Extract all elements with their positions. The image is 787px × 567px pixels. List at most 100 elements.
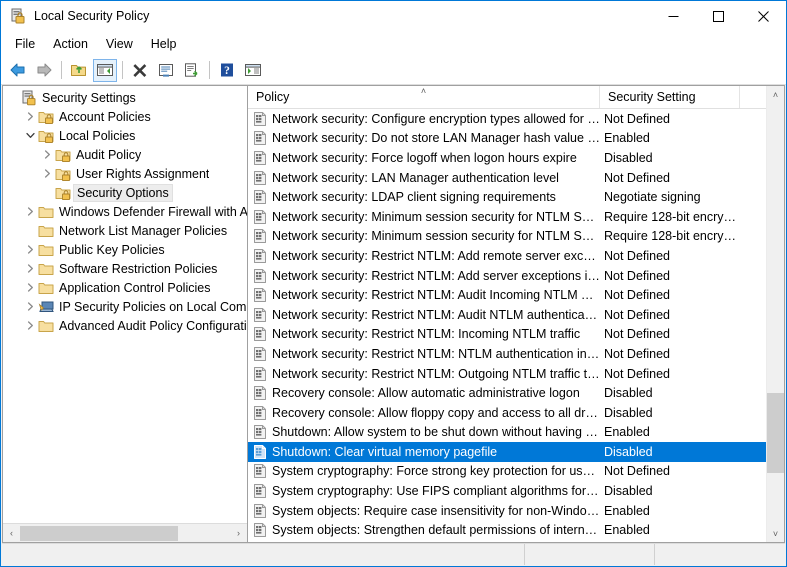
chevron-right-icon[interactable] bbox=[39, 164, 55, 183]
chevron-right-icon[interactable] bbox=[22, 278, 38, 297]
help-button[interactable]: ? bbox=[215, 59, 239, 82]
scroll-up-arrow-icon[interactable]: ˄ bbox=[767, 86, 784, 103]
policy-setting-icon bbox=[252, 503, 268, 519]
policy-row[interactable]: Network security: LDAP client signing re… bbox=[248, 187, 784, 207]
folder-icon bbox=[38, 318, 54, 334]
column-header-security-setting-label: Security Setting bbox=[608, 90, 696, 104]
policy-row[interactable]: Network security: Restrict NTLM: Incomin… bbox=[248, 325, 784, 345]
policy-name-cell: Network security: Restrict NTLM: Add rem… bbox=[272, 248, 604, 263]
policy-row[interactable]: Shutdown: Allow system to be shut down w… bbox=[248, 423, 784, 443]
policy-row[interactable]: Network security: Do not store LAN Manag… bbox=[248, 129, 784, 149]
menu-view[interactable]: View bbox=[97, 34, 142, 54]
tree-item-label: Application Control Policies bbox=[59, 280, 211, 295]
chevron-right-icon[interactable] bbox=[22, 259, 38, 278]
tree-item-application-control-policies[interactable]: Application Control Policies bbox=[3, 278, 247, 297]
policy-row[interactable]: Network security: Restrict NTLM: Add rem… bbox=[248, 246, 784, 266]
scroll-right-arrow-icon[interactable]: › bbox=[230, 525, 247, 542]
policy-row[interactable]: Network security: Restrict NTLM: Outgoin… bbox=[248, 364, 784, 384]
tree-item-label: Account Policies bbox=[59, 109, 151, 124]
policy-name-cell: Network security: Do not store LAN Manag… bbox=[272, 131, 604, 146]
show-hide-action-pane-button[interactable] bbox=[241, 59, 265, 82]
policy-security-setting-cell: Not Defined bbox=[604, 288, 671, 303]
policy-row[interactable]: Network security: LAN Manager authentica… bbox=[248, 168, 784, 188]
policy-row[interactable]: Network security: Minimum session securi… bbox=[248, 207, 784, 227]
forward-button[interactable] bbox=[32, 59, 56, 82]
chevron-right-icon[interactable] bbox=[22, 297, 38, 316]
tree-item-network-list-manager-policies[interactable]: Network List Manager Policies bbox=[3, 221, 247, 240]
close-button[interactable] bbox=[741, 1, 786, 31]
show-hide-console-tree-button[interactable] bbox=[93, 58, 117, 82]
export-list-button[interactable] bbox=[180, 59, 204, 82]
chevron-right-icon[interactable] bbox=[22, 107, 38, 126]
tree-item-audit-policy[interactable]: Audit Policy bbox=[3, 145, 247, 164]
scroll-left-arrow-icon[interactable]: ‹ bbox=[3, 525, 20, 542]
horizontal-scroll-track[interactable] bbox=[20, 525, 230, 542]
chevron-right-icon[interactable] bbox=[22, 240, 38, 259]
tree-horizontal-scrollbar[interactable]: ‹ › bbox=[3, 523, 247, 542]
tree-item-user-rights-assignment[interactable]: User Rights Assignment bbox=[3, 164, 247, 183]
horizontal-scroll-thumb[interactable] bbox=[20, 525, 178, 541]
policy-security-setting-cell: Disabled bbox=[604, 405, 653, 420]
tree-item-software-restriction-policies[interactable]: Software Restriction Policies bbox=[3, 259, 247, 278]
up-one-level-button[interactable] bbox=[67, 59, 91, 82]
policy-security-setting-cell: Not Defined bbox=[604, 170, 671, 185]
tree-item-local-policies[interactable]: Local Policies bbox=[3, 126, 247, 145]
list-vertical-scrollbar[interactable]: ˄ ˅ bbox=[766, 86, 784, 542]
policy-row[interactable]: Network security: Restrict NTLM: Add ser… bbox=[248, 266, 784, 286]
policy-row[interactable]: System objects: Strengthen default permi… bbox=[248, 520, 784, 540]
policy-name-cell: Network security: Minimum session securi… bbox=[272, 209, 604, 224]
maximize-button[interactable] bbox=[696, 1, 741, 31]
policy-setting-icon bbox=[252, 444, 268, 460]
twisty-placeholder bbox=[5, 88, 21, 107]
tree-item-advanced-audit-policy-configuration[interactable]: Advanced Audit Policy Configuration bbox=[3, 316, 247, 335]
policy-row[interactable]: System settings: Optional subsystems bbox=[248, 540, 784, 542]
policy-row[interactable]: Network security: Configure encryption t… bbox=[248, 109, 784, 129]
policy-name-cell: System objects: Require case insensitivi… bbox=[272, 503, 604, 518]
menu-file[interactable]: File bbox=[6, 34, 44, 54]
tree-item-security-settings[interactable]: Security Settings bbox=[3, 88, 247, 107]
policy-row[interactable]: Recovery console: Allow automatic admini… bbox=[248, 383, 784, 403]
policy-row[interactable]: Shutdown: Clear virtual memory pagefile D… bbox=[248, 442, 784, 462]
back-button[interactable] bbox=[6, 59, 30, 82]
policy-row[interactable]: Recovery console: Allow floppy copy and … bbox=[248, 403, 784, 423]
status-bar bbox=[2, 543, 785, 565]
policy-row[interactable]: Network security: Force logoff when logo… bbox=[248, 148, 784, 168]
vertical-scroll-track[interactable] bbox=[767, 103, 784, 525]
policy-row[interactable]: System cryptography: Use FIPS compliant … bbox=[248, 481, 784, 501]
chevron-right-icon[interactable] bbox=[39, 145, 55, 164]
policy-row[interactable]: System cryptography: Force strong key pr… bbox=[248, 462, 784, 482]
menu-help[interactable]: Help bbox=[142, 34, 186, 54]
policy-row[interactable]: Network security: Minimum session securi… bbox=[248, 227, 784, 247]
delete-button[interactable] bbox=[128, 59, 152, 82]
policy-row[interactable]: Network security: Restrict NTLM: NTLM au… bbox=[248, 344, 784, 364]
security-settings-icon bbox=[21, 90, 37, 106]
column-header-policy[interactable]: Policy ˄ bbox=[248, 86, 600, 108]
menu-action[interactable]: Action bbox=[44, 34, 97, 54]
tree-item-ip-security-policies-on-local-compute[interactable]: IP Security Policies on Local Compute bbox=[3, 297, 247, 316]
tree-item-public-key-policies[interactable]: Public Key Policies bbox=[3, 240, 247, 259]
tree-item-windows-defender-firewall-with-adva[interactable]: Windows Defender Firewall with Adva bbox=[3, 202, 247, 221]
scroll-down-arrow-icon[interactable]: ˅ bbox=[767, 525, 784, 542]
tree-item-label: Public Key Policies bbox=[59, 242, 165, 257]
properties-button[interactable] bbox=[154, 59, 178, 82]
column-header-security-setting[interactable]: Security Setting bbox=[600, 86, 740, 108]
minimize-button[interactable] bbox=[651, 1, 696, 31]
folder-icon bbox=[38, 280, 54, 296]
toolbar-separator bbox=[61, 61, 62, 79]
tree-item-account-policies[interactable]: Account Policies bbox=[3, 107, 247, 126]
chevron-right-icon[interactable] bbox=[22, 202, 38, 221]
policy-row[interactable]: System objects: Require case insensitivi… bbox=[248, 501, 784, 521]
vertical-scroll-thumb[interactable] bbox=[767, 393, 784, 473]
tree-item-label: Local Policies bbox=[59, 128, 136, 143]
policy-setting-icon bbox=[252, 326, 268, 342]
policy-security-setting-cell: Require 128-bit encrypti... bbox=[604, 209, 744, 224]
chevron-right-icon[interactable] bbox=[22, 316, 38, 335]
chevron-down-icon[interactable] bbox=[22, 126, 38, 145]
policy-row[interactable]: Network security: Restrict NTLM: Audit I… bbox=[248, 285, 784, 305]
policy-row[interactable]: Network security: Restrict NTLM: Audit N… bbox=[248, 305, 784, 325]
folder-icon bbox=[38, 204, 54, 220]
policy-rows: Network security: Configure encryption t… bbox=[248, 109, 784, 542]
tree-item-security-options[interactable]: Security Options bbox=[3, 183, 247, 202]
policy-security-setting-cell: Negotiate signing bbox=[604, 190, 701, 205]
policy-setting-icon bbox=[252, 522, 268, 538]
